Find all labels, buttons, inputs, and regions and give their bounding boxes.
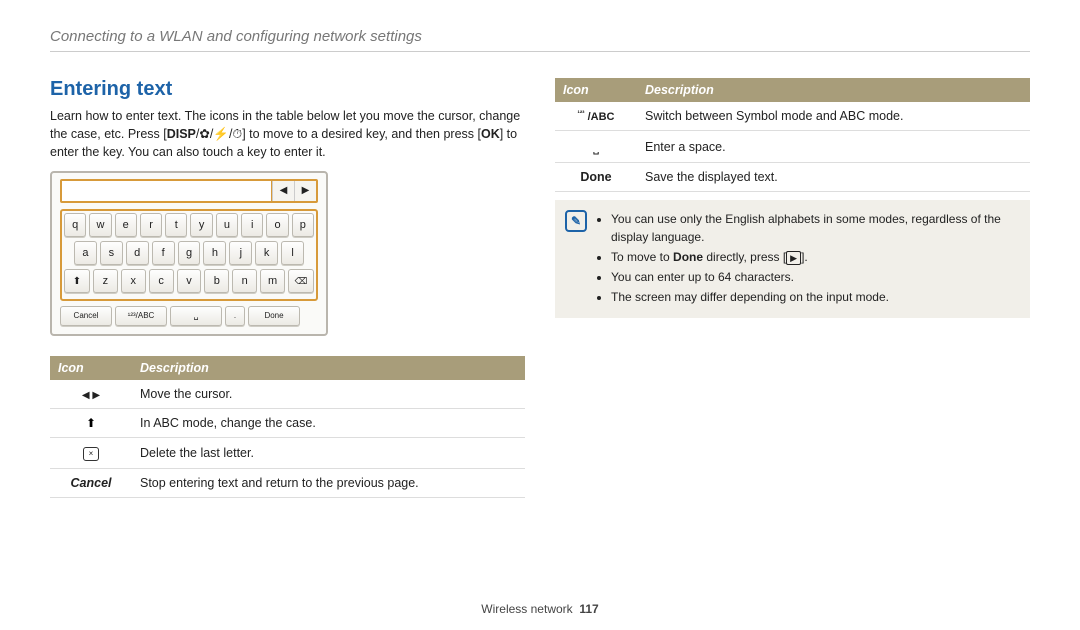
key-z: z (93, 269, 118, 293)
key-mode: ¹²³/ABC (115, 306, 167, 326)
footer-page-number: 117 (579, 602, 598, 616)
flash-icon: ⚡ (213, 127, 229, 141)
desc-cell: Move the cursor. (132, 380, 525, 409)
intro-text-b: ] to move to a desired key, and then pre… (242, 127, 481, 141)
page-footer: Wireless network 117 (0, 602, 1080, 616)
desc-cell: Save the displayed text. (637, 163, 1030, 192)
left-column: Entering text Learn how to enter text. T… (50, 78, 525, 498)
breadcrumb: Connecting to a WLAN and configuring net… (50, 28, 1030, 52)
keyboard-bottom-row: Cancel ¹²³/ABC . Done (60, 306, 318, 326)
desc-cell: In ABC mode, change the case. (132, 409, 525, 438)
timer-icon: ⏱ (232, 127, 242, 141)
table-header-desc: Description (637, 78, 1030, 102)
note-bold: Done (673, 250, 703, 264)
table-row: Done Save the displayed text. (555, 163, 1030, 192)
table-row: Delete the last letter. (50, 438, 525, 469)
ok-key-label: OK (481, 127, 500, 141)
key-backspace (288, 269, 314, 293)
done-label: Done (555, 163, 637, 192)
desc-cell: Stop entering text and return to the pre… (132, 469, 525, 498)
desc-cell: Switch between Symbol mode and ABC mode. (637, 102, 1030, 131)
key-d: d (126, 241, 149, 265)
key-done: Done (248, 306, 300, 326)
table-row: In ABC mode, change the case. (50, 409, 525, 438)
play-key-icon: ▶ (786, 251, 801, 265)
right-column: Icon Description ¹²³ /ABC Switch between… (555, 78, 1030, 498)
key-m: m (260, 269, 285, 293)
cursor-arrows-icon (82, 387, 100, 401)
key-f: f (152, 241, 175, 265)
table-header-icon: Icon (50, 356, 132, 380)
key-j: j (229, 241, 252, 265)
key-r: r (140, 213, 162, 237)
note-box: ✎ You can use only the English alphabets… (555, 200, 1030, 318)
keyboard-row-1: q w e r t y u i o p (64, 213, 314, 237)
keyboard-row-3: z x c v b n m (64, 269, 314, 293)
key-i: i (241, 213, 263, 237)
section-title: Entering text (50, 78, 525, 101)
key-w: w (89, 213, 111, 237)
key-space (170, 306, 222, 326)
macro-icon: ✿ (199, 127, 209, 141)
key-b: b (204, 269, 229, 293)
key-shift (64, 269, 90, 293)
key-s: s (100, 241, 123, 265)
shift-icon (86, 416, 96, 430)
icon-description-table-left: Icon Description Move the cursor. In ABC… (50, 356, 525, 498)
footer-section: Wireless network (481, 602, 572, 616)
key-o: o (266, 213, 288, 237)
key-c: c (149, 269, 174, 293)
note-item: To move to Done directly, press [▶]. (611, 248, 1018, 266)
note-icon: ✎ (565, 210, 587, 232)
key-v: v (177, 269, 202, 293)
arrow-right-icon: ▶ (294, 181, 316, 201)
arrow-left-icon: ◀ (272, 181, 294, 201)
note-item: The screen may differ depending on the i… (611, 288, 1018, 306)
note-text: directly, press [ (703, 250, 786, 264)
key-l: l (281, 241, 304, 265)
key-g: g (178, 241, 201, 265)
key-y: y (190, 213, 212, 237)
space-icon (593, 140, 599, 154)
cancel-label: Cancel (50, 469, 132, 498)
desc-cell: Delete the last letter. (132, 438, 525, 469)
table-row: Enter a space. (555, 131, 1030, 163)
delete-icon (83, 447, 100, 461)
keyboard-cursor-arrows: ◀ ▶ (272, 181, 316, 201)
note-list: You can use only the English alphabets i… (597, 210, 1018, 308)
key-p: p (292, 213, 314, 237)
table-row: Cancel Stop entering text and return to … (50, 469, 525, 498)
table-header-icon: Icon (555, 78, 637, 102)
key-h: h (203, 241, 226, 265)
key-t: t (165, 213, 187, 237)
key-u: u (216, 213, 238, 237)
icon-description-table-right: Icon Description ¹²³ /ABC Switch between… (555, 78, 1030, 192)
keyboard-row-2: a s d f g h j k l (64, 241, 314, 265)
key-x: x (121, 269, 146, 293)
key-a: a (74, 241, 97, 265)
mode-icon: ¹²³ /ABC (555, 102, 637, 131)
note-text: To move to (611, 250, 673, 264)
key-q: q (64, 213, 86, 237)
disp-key-label: DISP (167, 127, 196, 141)
keyboard-input-row: ◀ ▶ (60, 179, 318, 203)
keyboard-illustration: ◀ ▶ q w e r t y u i o p a (50, 171, 328, 336)
keyboard-text-field (62, 181, 272, 201)
content-columns: Entering text Learn how to enter text. T… (50, 78, 1030, 498)
keyboard-keys-highlight: q w e r t y u i o p a s d f g h (60, 209, 318, 301)
table-header-desc: Description (132, 356, 525, 380)
key-e: e (115, 213, 137, 237)
note-text: ]. (801, 250, 808, 264)
desc-cell: Enter a space. (637, 131, 1030, 163)
note-item: You can enter up to 64 characters. (611, 268, 1018, 286)
intro-paragraph: Learn how to enter text. The icons in th… (50, 107, 525, 161)
key-cancel: Cancel (60, 306, 112, 326)
table-row: Move the cursor. (50, 380, 525, 409)
key-dot: . (225, 306, 245, 326)
key-n: n (232, 269, 257, 293)
table-row: ¹²³ /ABC Switch between Symbol mode and … (555, 102, 1030, 131)
key-k: k (255, 241, 278, 265)
note-item: You can use only the English alphabets i… (611, 210, 1018, 246)
